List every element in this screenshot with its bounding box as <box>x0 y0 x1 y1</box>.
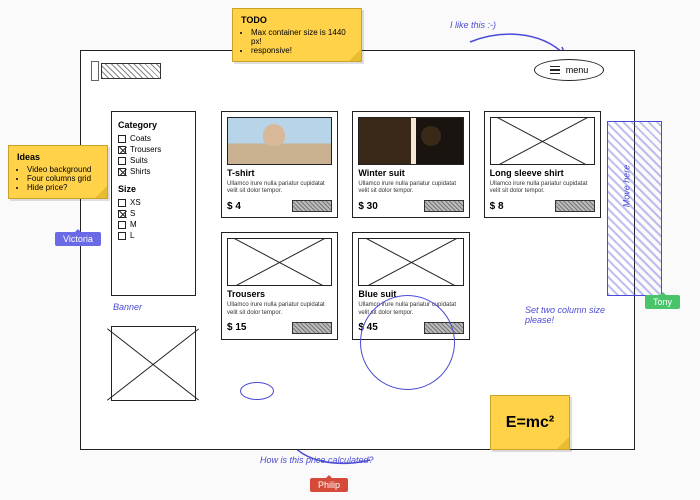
product-desc: Ullamco irure nulla pariatur cupidatat v… <box>358 181 463 195</box>
formula-text: E=mc² <box>506 414 554 432</box>
expansion-rail[interactable] <box>607 121 662 296</box>
add-button[interactable] <box>555 200 595 212</box>
menu-label: menu <box>566 65 589 75</box>
circle-annotation <box>240 382 274 400</box>
product-title: Winter suit <box>358 168 463 178</box>
image-placeholder-icon <box>490 117 595 165</box>
user-tag-victoria[interactable]: Victoria <box>55 232 101 246</box>
menu-button[interactable]: menu <box>534 59 604 81</box>
like-annotation: I like this :-) <box>450 20 496 30</box>
todo-sticky-note[interactable]: TODO Max container size is 1440 px! resp… <box>232 8 362 62</box>
add-button[interactable] <box>292 322 332 334</box>
move-here-annotation: Move here <box>622 165 632 208</box>
note-title: Ideas <box>17 152 99 162</box>
size-heading: Size <box>118 184 189 194</box>
banner-placeholder[interactable] <box>111 326 196 401</box>
category-heading: Category <box>118 120 189 130</box>
product-price: $ 30 <box>358 201 377 212</box>
checkbox-icon[interactable] <box>118 146 126 154</box>
filter-option[interactable]: Shirts <box>118 167 189 176</box>
filter-option[interactable]: S <box>118 209 189 218</box>
filter-option[interactable]: XS <box>118 198 189 207</box>
product-desc: Ullamco irure nulla pariatur cupidatat v… <box>227 302 332 316</box>
checkbox-icon[interactable] <box>118 135 126 143</box>
user-tag-tony[interactable]: Tony <box>645 295 680 309</box>
whiteboard-frame: menu Category Coats Trousers Suits Shirt… <box>80 50 635 450</box>
product-card[interactable]: Trousers Ullamco irure nulla pariatur cu… <box>221 232 338 339</box>
price-question-annotation: How is this price calculated? <box>260 455 374 465</box>
two-column-annotation: Set two column size please! <box>525 305 620 325</box>
banner-annotation: Banner <box>113 302 142 312</box>
note-item: Max container size is 1440 px! <box>251 28 353 46</box>
checkbox-icon[interactable] <box>118 232 126 240</box>
filter-option[interactable]: M <box>118 220 189 229</box>
product-image <box>227 117 332 165</box>
add-button[interactable] <box>292 200 332 212</box>
product-price: $ 8 <box>490 201 504 212</box>
checkbox-icon[interactable] <box>118 221 126 229</box>
note-title: TODO <box>241 15 353 25</box>
product-title: T-shirt <box>227 168 332 178</box>
checkbox-icon[interactable] <box>118 157 126 165</box>
product-desc: Ullamco irure nulla pariatur cupidatat v… <box>490 181 595 195</box>
ideas-sticky-note[interactable]: Ideas Video background Four columns grid… <box>8 145 108 199</box>
filter-option[interactable]: Coats <box>118 134 189 143</box>
product-card[interactable]: Winter suit Ullamco irure nulla pariatur… <box>352 111 469 218</box>
hamburger-icon <box>550 66 560 75</box>
image-placeholder-icon <box>358 238 463 286</box>
image-placeholder-icon <box>227 238 332 286</box>
product-desc: Ullamco irure nulla pariatur cupidatat v… <box>227 181 332 195</box>
product-card[interactable]: Long sleeve shirt Ullamco irure nulla pa… <box>484 111 601 218</box>
filter-sidebar: Category Coats Trousers Suits Shirts Siz… <box>111 111 196 296</box>
formula-sticky-note[interactable]: E=mc² <box>490 395 570 450</box>
margin-ruler-icon <box>91 61 99 81</box>
note-item: responsive! <box>251 46 353 55</box>
user-tag-philip[interactable]: Philip <box>310 478 348 492</box>
checkbox-icon[interactable] <box>118 199 126 207</box>
note-item: Video background <box>27 165 99 174</box>
add-button[interactable] <box>424 200 464 212</box>
filter-option[interactable]: Trousers <box>118 145 189 154</box>
checkbox-icon[interactable] <box>118 210 126 218</box>
product-title: Long sleeve shirt <box>490 168 595 178</box>
product-card[interactable]: T-shirt Ullamco irure nulla pariatur cup… <box>221 111 338 218</box>
note-item: Four columns grid <box>27 174 99 183</box>
logo-placeholder <box>101 63 161 79</box>
product-price: $ 4 <box>227 201 241 212</box>
product-title: Trousers <box>227 289 332 299</box>
filter-option[interactable]: Suits <box>118 156 189 165</box>
checkbox-icon[interactable] <box>118 168 126 176</box>
circle-annotation <box>360 295 455 390</box>
product-price: $ 15 <box>227 322 246 333</box>
filter-option[interactable]: L <box>118 231 189 240</box>
product-image <box>358 117 463 165</box>
note-item: Hide price? <box>27 183 99 192</box>
